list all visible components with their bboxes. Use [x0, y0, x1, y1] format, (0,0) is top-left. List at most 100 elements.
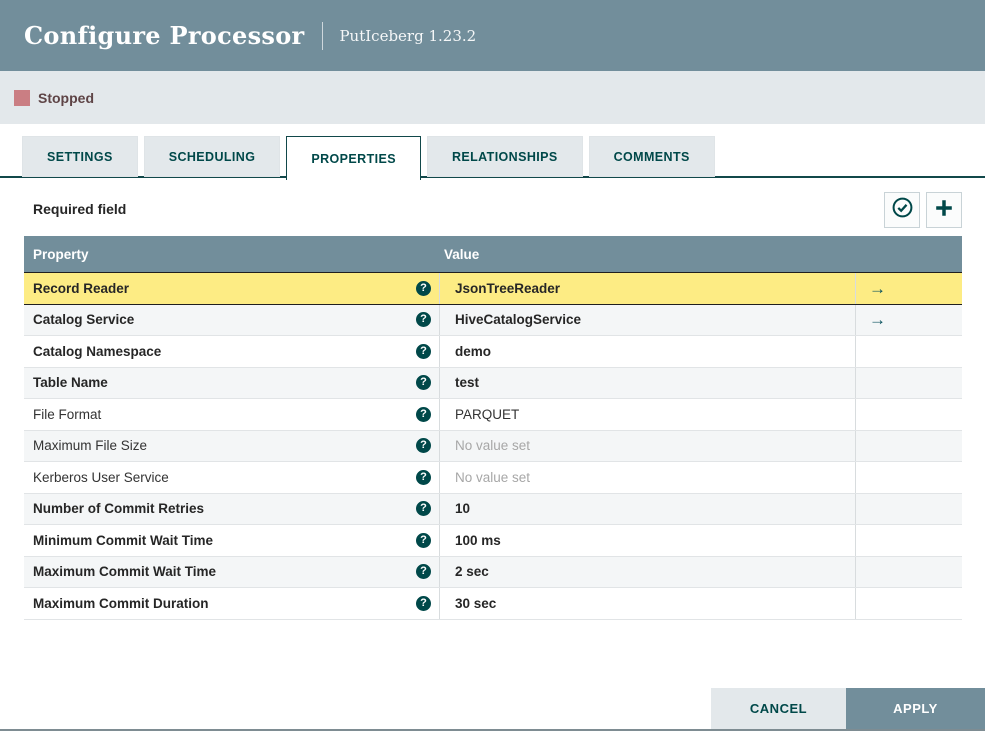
value-cell[interactable]: 100 ms — [440, 525, 856, 556]
check-circle-icon — [891, 196, 914, 224]
goto-cell: → — [856, 273, 962, 304]
goto-cell — [856, 462, 962, 493]
property-name: File Format — [33, 406, 102, 422]
value-cell[interactable]: 2 sec — [440, 556, 856, 587]
property-value: test — [455, 375, 480, 391]
dialog-header: Configure Processor PutIceberg 1.23.2 — [0, 0, 985, 71]
processor-type-label: PutIceberg 1.23.2 — [339, 26, 477, 45]
value-cell[interactable]: 30 sec — [440, 588, 856, 619]
value-cell[interactable]: 10 — [440, 493, 856, 524]
property-row[interactable]: Catalog Namespace? demo — [24, 336, 962, 368]
property-row[interactable]: Number of Commit Retries? 10 — [24, 493, 962, 525]
property-value: JsonTreeReader — [455, 280, 561, 296]
tab-scheduling[interactable]: SCHEDULING — [143, 136, 281, 177]
property-row[interactable]: Maximum File Size? No value set — [24, 430, 962, 462]
property-row[interactable]: Maximum Commit Duration? 30 sec — [24, 588, 962, 620]
no-value-set-text: No value set — [455, 469, 531, 485]
configure-processor-dialog: Configure Processor PutIceberg 1.23.2 St… — [0, 0, 985, 731]
property-value: 10 — [455, 501, 471, 517]
property-cell: Catalog Namespace? — [24, 336, 440, 367]
property-actions — [884, 192, 962, 228]
value-cell[interactable]: JsonTreeReader — [440, 273, 856, 304]
property-row[interactable]: Record Reader? JsonTreeReader → — [24, 272, 962, 305]
cancel-button[interactable]: CANCEL — [711, 688, 846, 729]
goto-cell — [856, 431, 962, 462]
help-icon[interactable]: ? — [416, 375, 431, 391]
property-row[interactable]: Catalog Service? HiveCatalogService → — [24, 304, 962, 336]
property-cell: Maximum File Size? — [24, 430, 440, 461]
goto-cell — [856, 588, 962, 619]
property-cell: Table Name? — [24, 367, 440, 398]
property-cell: Catalog Service? — [24, 304, 440, 335]
help-icon[interactable]: ? — [416, 280, 431, 296]
no-value-set-text: No value set — [455, 438, 531, 454]
property-value: 100 ms — [455, 532, 501, 548]
help-icon[interactable]: ? — [416, 469, 431, 485]
property-cell: Kerberos User Service? — [24, 462, 440, 493]
property-name: Maximum Commit Duration — [33, 595, 209, 611]
help-icon[interactable]: ? — [416, 595, 431, 611]
column-header-property: Property — [33, 246, 89, 262]
verify-properties-button[interactable] — [884, 192, 920, 228]
help-icon[interactable]: ? — [416, 532, 431, 548]
stopped-indicator-icon — [14, 89, 30, 106]
plus-icon — [933, 197, 955, 224]
value-cell[interactable]: PARQUET — [440, 399, 856, 430]
property-row[interactable]: Minimum Commit Wait Time? 100 ms — [24, 525, 962, 557]
property-value: 30 sec — [455, 595, 497, 611]
tab-comments[interactable]: COMMENTS — [588, 136, 715, 177]
help-icon[interactable]: ? — [416, 564, 431, 580]
value-cell[interactable]: HiveCatalogService — [440, 304, 856, 335]
property-cell: Maximum Commit Wait Time? — [24, 556, 440, 587]
property-name: Catalog Service — [33, 312, 135, 328]
goto-service-arrow-icon[interactable]: → — [869, 311, 886, 328]
goto-cell — [856, 557, 962, 588]
goto-cell — [856, 336, 962, 367]
property-name: Number of Commit Retries — [33, 501, 205, 517]
property-cell: Number of Commit Retries? — [24, 493, 440, 524]
column-header-value: Value — [444, 246, 480, 262]
status-label: Stopped — [38, 89, 94, 106]
property-row[interactable]: Maximum Commit Wait Time? 2 sec — [24, 556, 962, 588]
goto-service-arrow-icon[interactable]: → — [869, 280, 886, 297]
goto-cell: → — [856, 305, 962, 336]
table-header-row: Property Value — [24, 236, 962, 272]
value-cell[interactable]: test — [440, 367, 856, 398]
properties-table: Property Value Record Reader? JsonTreeRea… — [24, 236, 962, 620]
property-row[interactable]: Table Name? test — [24, 367, 962, 399]
title-divider — [322, 21, 324, 50]
property-name: Kerberos User Service — [33, 469, 169, 485]
property-name: Table Name — [33, 375, 108, 391]
value-cell[interactable]: demo — [440, 336, 856, 367]
property-row[interactable]: Kerberos User Service? No value set — [24, 462, 962, 494]
add-property-button[interactable] — [926, 192, 962, 228]
property-value: HiveCatalogService — [455, 312, 582, 328]
dialog-title: Configure Processor — [24, 21, 305, 50]
property-name: Maximum File Size — [33, 438, 148, 454]
status-bar: Stopped — [0, 71, 985, 124]
tab-settings[interactable]: SETTINGS — [22, 136, 138, 177]
required-field-label: Required field — [33, 201, 127, 217]
goto-cell — [856, 368, 962, 399]
property-name: Maximum Commit Wait Time — [33, 564, 217, 580]
value-cell[interactable]: No value set — [440, 430, 856, 461]
apply-button[interactable]: APPLY — [846, 688, 985, 729]
property-cell: Record Reader? — [24, 273, 440, 304]
help-icon[interactable]: ? — [416, 501, 431, 517]
tab-properties[interactable]: PROPERTIES — [286, 136, 421, 180]
help-icon[interactable]: ? — [416, 343, 431, 359]
help-icon[interactable]: ? — [416, 406, 431, 422]
goto-cell — [856, 399, 962, 430]
value-cell[interactable]: No value set — [440, 462, 856, 493]
property-name: Minimum Commit Wait Time — [33, 532, 214, 548]
help-icon[interactable]: ? — [416, 438, 431, 454]
property-name: Catalog Namespace — [33, 343, 162, 359]
property-cell: Maximum Commit Duration? — [24, 588, 440, 619]
property-row[interactable]: File Format? PARQUET — [24, 399, 962, 431]
property-value: 2 sec — [455, 564, 489, 580]
property-value: PARQUET — [455, 406, 520, 422]
property-name: Record Reader — [33, 280, 130, 296]
table-body: Record Reader? JsonTreeReader → Catalog Ser… — [24, 272, 962, 620]
tab-relationships[interactable]: RELATIONSHIPS — [426, 136, 583, 177]
help-icon[interactable]: ? — [416, 312, 431, 328]
